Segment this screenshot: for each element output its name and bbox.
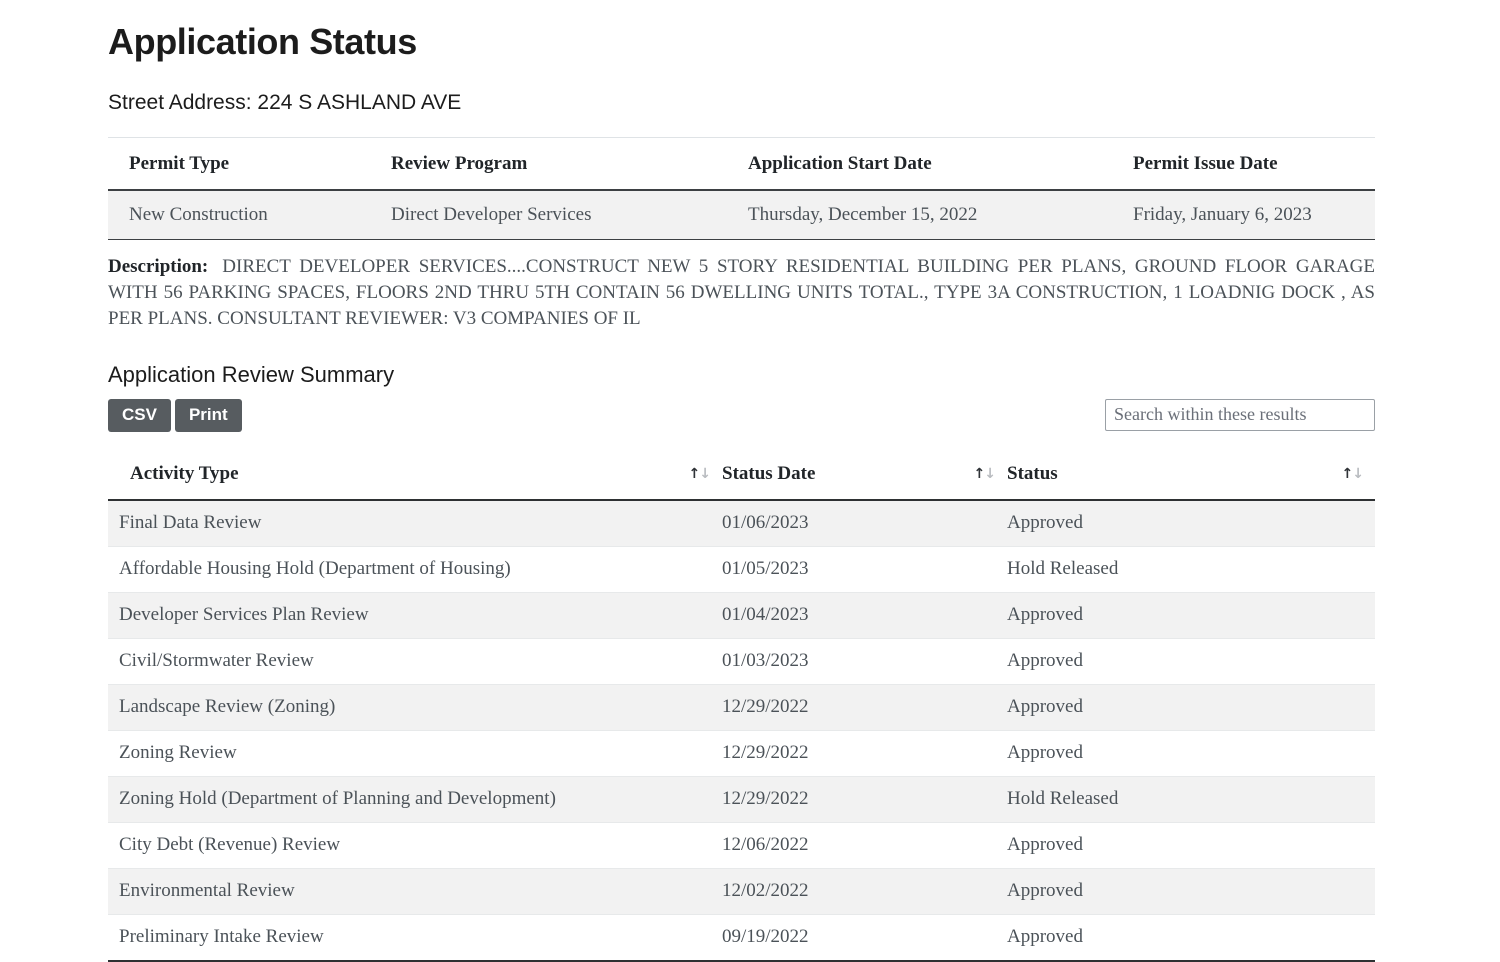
sort-ascending-arrow-icon: ↑ xyxy=(1341,466,1354,483)
sort-ascending-arrow-icon: ↑ xyxy=(973,466,986,483)
description-label: Description: xyxy=(108,255,209,277)
table-row: Zoning Review 12/29/2022 Approved xyxy=(108,730,1375,778)
summary-table-body: Final Data Review 01/06/2023 Approved Affor… xyxy=(108,500,1375,962)
page-title: Application Status xyxy=(108,21,417,62)
cell-status-date: 01/04/2023 xyxy=(722,592,1007,640)
cell-status-date: 01/05/2023 xyxy=(722,546,1007,594)
permit-table-header-row: Permit Type Review Program Application S… xyxy=(108,137,1375,191)
cell-activity-type: Environmental Review xyxy=(108,868,722,916)
cell-application-start-date: Thursday, December 15, 2022 xyxy=(736,189,1123,240)
sort-ascending-arrow-icon: ↑ xyxy=(688,466,701,483)
table-row: Zoning Hold (Department of Planning and … xyxy=(108,776,1375,824)
print-button[interactable]: Print xyxy=(174,398,242,433)
column-header-status[interactable]: Status ↑↓ xyxy=(1007,449,1375,502)
cell-status: Approved xyxy=(1007,500,1375,548)
street-address: Street Address: 224 S ASHLAND AVE xyxy=(108,91,462,115)
application-status-page: Application Status Street Address: 224 S… xyxy=(0,0,1500,962)
permit-table-body: New Construction Direct Developer Servic… xyxy=(108,189,1375,240)
summary-toolbar: CSV Print xyxy=(108,398,1375,433)
cell-activity-type: Developer Services Plan Review xyxy=(108,592,722,640)
table-row: Environmental Review 12/02/2022 Approved xyxy=(108,868,1375,916)
cell-activity-type: Affordable Housing Hold (Department of H… xyxy=(108,546,722,594)
permit-description: Description: DIRECT DEVELOPER SERVICES...… xyxy=(108,254,1375,333)
column-header-activity-type-label: Activity Type xyxy=(130,463,239,485)
table-row: Civil/Stormwater Review 01/03/2023 Approve… xyxy=(108,638,1375,686)
cell-activity-type: Zoning Review xyxy=(108,730,722,778)
sort-descending-arrow-icon: ↓ xyxy=(984,466,996,483)
cell-activity-type: Landscape Review (Zoning) xyxy=(108,684,722,732)
cell-status: Hold Released xyxy=(1007,546,1375,594)
review-summary-table: Activity Type ↑↓ Status Date ↑↓ Status ↑… xyxy=(108,449,1375,962)
header-permit-type: Permit Type xyxy=(108,137,374,191)
cell-activity-type: Final Data Review xyxy=(108,500,722,548)
table-row: City Debt (Revenue) Review 12/06/2022 Appr… xyxy=(108,822,1375,870)
cell-permit-issue-date: Friday, January 6, 2023 xyxy=(1123,189,1375,240)
cell-status: Approved xyxy=(1007,914,1375,962)
table-row: New Construction Direct Developer Servic… xyxy=(108,189,1375,240)
table-row: Final Data Review 01/06/2023 Approved xyxy=(108,500,1375,548)
cell-permit-type: New Construction xyxy=(108,189,374,240)
summary-table-header-row: Activity Type ↑↓ Status Date ↑↓ Status ↑… xyxy=(108,449,1375,502)
cell-status-date: 01/03/2023 xyxy=(722,638,1007,686)
header-review-program: Review Program xyxy=(374,137,736,191)
cell-status-date: 12/29/2022 xyxy=(722,684,1007,732)
page-content: Application Status Street Address: 224 S… xyxy=(108,12,1375,962)
table-row: Landscape Review (Zoning) 12/29/2022 Appro… xyxy=(108,684,1375,732)
permit-summary-table-wrapper: Permit Type Review Program Application S… xyxy=(108,136,1375,240)
column-header-status-date-label: Status Date xyxy=(722,463,816,485)
description-text: DIRECT DEVELOPER SERVICES....CONSTRUCT N… xyxy=(108,255,1375,330)
csv-button[interactable]: CSV xyxy=(108,398,171,433)
cell-status: Approved xyxy=(1007,638,1375,686)
cell-activity-type: Preliminary Intake Review xyxy=(108,914,722,962)
application-review-summary-title: Application Review Summary xyxy=(108,362,395,388)
review-summary-table-wrapper: Activity Type ↑↓ Status Date ↑↓ Status ↑… xyxy=(108,449,1375,962)
column-header-activity-type[interactable]: Activity Type ↑↓ xyxy=(108,449,722,502)
cell-status: Approved xyxy=(1007,730,1375,778)
header-permit-issue-date: Permit Issue Date xyxy=(1123,137,1375,191)
permit-table-head: Permit Type Review Program Application S… xyxy=(108,137,1375,191)
cell-status: Hold Released xyxy=(1007,776,1375,824)
cell-review-program: Direct Developer Services xyxy=(374,189,736,240)
cell-status: Approved xyxy=(1007,822,1375,870)
table-row: Preliminary Intake Review 09/19/2022 Appro… xyxy=(108,914,1375,962)
cell-activity-type: City Debt (Revenue) Review xyxy=(108,822,722,870)
summary-table-head: Activity Type ↑↓ Status Date ↑↓ Status ↑… xyxy=(108,449,1375,502)
cell-activity-type: Zoning Hold (Department of Planning and … xyxy=(108,776,722,824)
cell-status: Approved xyxy=(1007,592,1375,640)
sort-icon-status-date[interactable]: ↑↓ xyxy=(974,467,1007,481)
cell-status-date: 01/06/2023 xyxy=(722,500,1007,548)
column-header-status-label: Status xyxy=(1007,463,1058,485)
cell-activity-type: Civil/Stormwater Review xyxy=(108,638,722,686)
table-row: Affordable Housing Hold (Department of H… xyxy=(108,546,1375,594)
export-button-group: CSV Print xyxy=(108,398,242,433)
sort-icon-activity-type[interactable]: ↑↓ xyxy=(689,467,722,481)
cell-status: Approved xyxy=(1007,684,1375,732)
cell-status-date: 09/19/2022 xyxy=(722,914,1007,962)
cell-status-date: 12/02/2022 xyxy=(722,868,1007,916)
cell-status-date: 12/29/2022 xyxy=(722,730,1007,778)
column-header-status-date[interactable]: Status Date ↑↓ xyxy=(722,449,1007,502)
cell-status: Approved xyxy=(1007,868,1375,916)
sort-descending-arrow-icon: ↓ xyxy=(1352,466,1364,483)
table-row: Developer Services Plan Review 01/04/2023… xyxy=(108,592,1375,640)
cell-status-date: 12/06/2022 xyxy=(722,822,1007,870)
header-application-start-date: Application Start Date xyxy=(736,137,1123,191)
sort-descending-arrow-icon: ↓ xyxy=(699,466,711,483)
search-input[interactable] xyxy=(1105,398,1375,431)
permit-summary-table: Permit Type Review Program Application S… xyxy=(108,137,1375,240)
cell-status-date: 12/29/2022 xyxy=(722,776,1007,824)
sort-icon-status[interactable]: ↑↓ xyxy=(1342,467,1375,481)
